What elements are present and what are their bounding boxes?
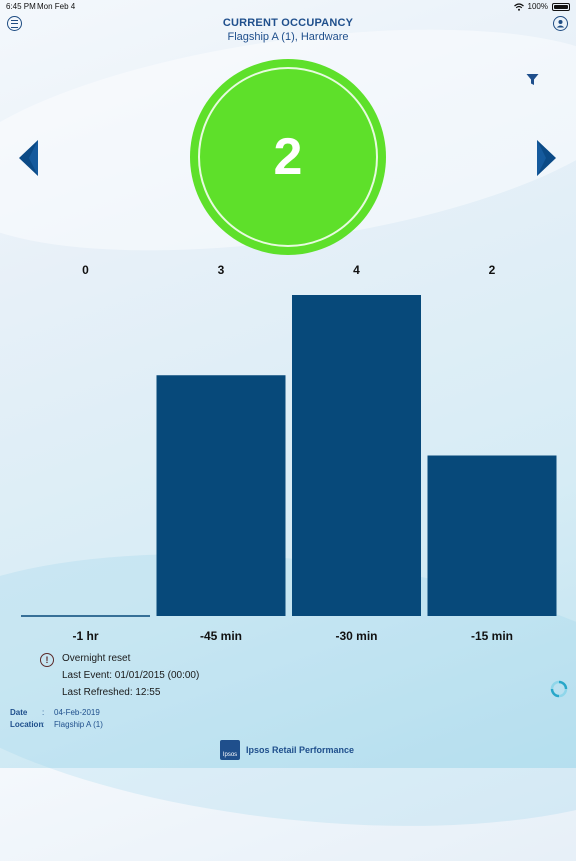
date-value: 04-Feb-2019 — [54, 707, 100, 717]
location-value: Flagship A (1) — [54, 719, 103, 729]
location-row: Location : Flagship A (1) — [10, 718, 103, 730]
page-title: CURRENT OCCUPANCY — [222, 17, 354, 29]
bar — [156, 375, 286, 616]
x-tick-label: -45 min — [200, 629, 242, 643]
location-separator: : — [42, 719, 45, 729]
page-subtitle: Flagship A (1), Hardware — [227, 31, 349, 43]
occupancy-circle-ring: 2 — [198, 67, 378, 247]
occupancy-value: 2 — [273, 128, 303, 186]
x-tick-label: -30 min — [335, 629, 377, 643]
overnight-reset-label: Overnight reset — [62, 653, 131, 664]
wifi-icon — [513, 2, 524, 11]
bar-data-label: 4 — [353, 263, 360, 277]
bar — [427, 455, 557, 616]
last-event-text: Last Event: 01/01/2015 (00:00) — [62, 670, 200, 681]
header: CURRENT OCCUPANCY Flagship A (1), Hardwa… — [0, 17, 576, 43]
refresh-icon[interactable] — [550, 680, 568, 698]
ipsos-logo: Ipsos — [220, 740, 240, 760]
footer-brand: Ipsos Ipsos Retail Performance — [220, 740, 354, 760]
location-label: Location — [10, 719, 44, 729]
x-tick-label: -1 hr — [72, 629, 98, 643]
status-time: 6:45 PM — [6, 2, 36, 11]
date-separator: : — [42, 707, 45, 717]
status-bar: 6:45 PM Mon Feb 4 100% — [0, 0, 576, 14]
battery-percent: 100% — [527, 2, 548, 11]
last-refreshed-text: Last Refreshed: 12:55 — [62, 687, 161, 698]
x-tick-label: -15 min — [471, 629, 513, 643]
status-right: 100% — [513, 2, 570, 11]
bar-data-label: 3 — [218, 263, 225, 277]
occupancy-bar-chart: 0 -1 hr 3 -45 min 4 -30 min 2 -15 min — [0, 255, 576, 655]
occupancy-circle: 2 — [190, 59, 386, 255]
bar — [292, 295, 421, 616]
date-row: Date : 04-Feb-2019 — [10, 706, 103, 718]
date-label: Date — [10, 707, 28, 717]
logo-text: Ipsos — [222, 752, 238, 758]
chart-svg: 0 -1 hr 3 -45 min 4 -30 min 2 -15 min — [21, 263, 557, 643]
status-date: Mon Feb 4 — [37, 2, 76, 11]
alert-icon: ! — [40, 653, 54, 667]
bar-data-label: 0 — [82, 263, 89, 277]
meta-info: Date : 04-Feb-2019 Location : Flagship A… — [10, 706, 103, 730]
next-arrow-icon[interactable] — [535, 139, 557, 177]
previous-arrow-icon[interactable] — [18, 139, 40, 177]
brand-name: Ipsos Retail Performance — [246, 745, 355, 755]
battery-icon — [552, 2, 570, 11]
filter-icon[interactable] — [526, 73, 539, 86]
bar-data-label: 2 — [489, 263, 496, 277]
